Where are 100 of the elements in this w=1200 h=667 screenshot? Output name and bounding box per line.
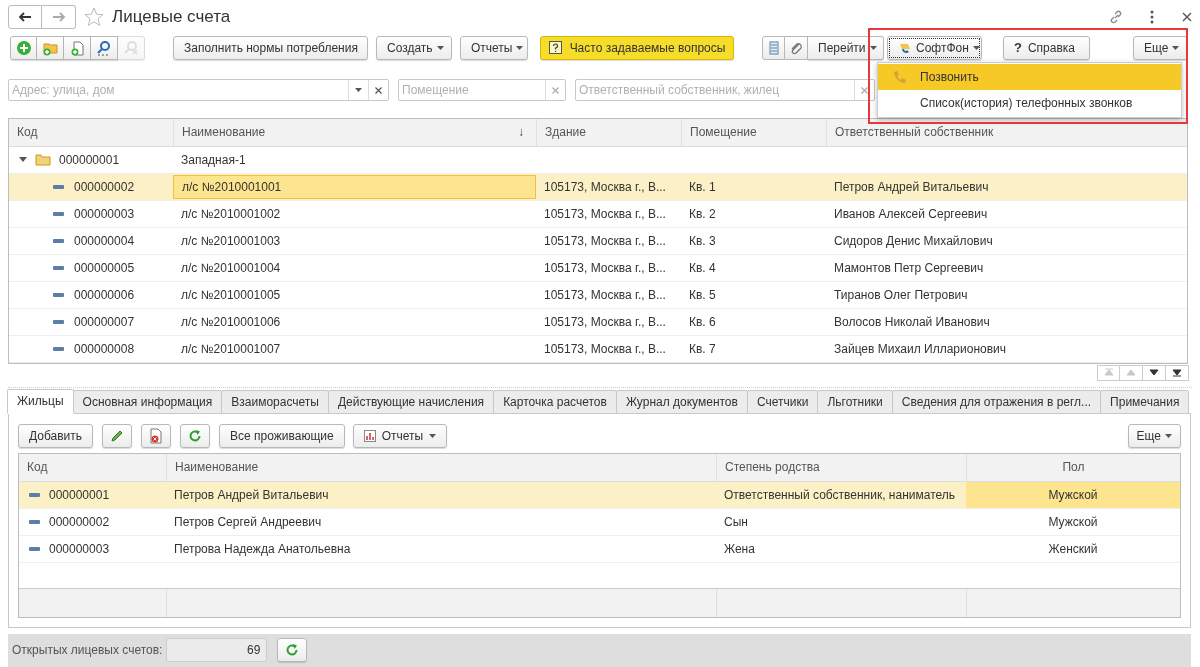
tab[interactable]: Примечания bbox=[1100, 389, 1190, 414]
menu-button[interactable]: Перейти bbox=[808, 35, 884, 60]
refresh-button[interactable] bbox=[277, 638, 308, 663]
filter-input[interactable]: Адрес: улица, дом bbox=[9, 80, 348, 101]
menu-button[interactable]: Еще bbox=[1133, 35, 1188, 60]
delete-button[interactable] bbox=[141, 423, 172, 448]
item-icon bbox=[53, 238, 64, 243]
filter-input[interactable]: Ответственный собственник, жилец bbox=[576, 80, 854, 101]
toolbar-button[interactable]: Все проживающие bbox=[219, 423, 345, 448]
column-header[interactable]: Степень родства bbox=[716, 453, 966, 481]
tab[interactable]: Действующие начисления bbox=[327, 389, 495, 414]
item-icon bbox=[29, 546, 40, 551]
help-button[interactable]: ? Справка bbox=[1003, 35, 1090, 60]
menu-button[interactable]: Отчеты bbox=[460, 35, 528, 60]
column-header[interactable]: Здание bbox=[536, 118, 681, 146]
folder-add-button[interactable] bbox=[37, 35, 64, 60]
document-add-icon bbox=[69, 39, 85, 56]
item-icon bbox=[53, 319, 64, 324]
caret-icon bbox=[1172, 45, 1180, 50]
last-page-button[interactable] bbox=[1166, 364, 1189, 381]
table-cell: л/с №2010001001 bbox=[173, 174, 536, 199]
filter-field[interactable]: Адрес: улица, дом bbox=[8, 79, 389, 102]
table-cell-text: Зайцев Михаил Илларионович bbox=[833, 340, 1007, 358]
table-cell-text: л/с №2010001005 bbox=[180, 286, 282, 304]
add-button[interactable] bbox=[10, 35, 37, 60]
more-menu-button[interactable]: Еще bbox=[1127, 423, 1181, 448]
refresh-button[interactable] bbox=[180, 423, 211, 448]
document-add-button[interactable] bbox=[64, 35, 91, 60]
refresh-icon bbox=[188, 428, 203, 443]
table-cell-text: Мамонтов Петр Сергеевич bbox=[833, 259, 985, 277]
menu-button[interactable]: Создать bbox=[376, 35, 452, 60]
clear-icon bbox=[861, 86, 868, 94]
filter-input[interactable]: Помещение bbox=[399, 80, 545, 101]
tab[interactable]: Журнал документов bbox=[615, 389, 748, 414]
menu-button[interactable]: СофтФон bbox=[887, 35, 982, 60]
table-cell-text: Сын bbox=[723, 513, 749, 531]
filter-field[interactable]: Ответственный собственник, жилец bbox=[575, 79, 875, 102]
expand-arrow-icon[interactable] bbox=[19, 157, 27, 163]
column-header[interactable]: Наименование bbox=[166, 453, 716, 481]
table-row[interactable]: 000000001 Петров Андрей Витальевич Ответственный собственник, наниматель Мужской bbox=[19, 481, 1180, 509]
toolbar-button[interactable]: Добавить bbox=[18, 423, 94, 448]
table-cell-text: Тиранов Олег Петрович bbox=[833, 286, 969, 304]
field-label: Открытых лицевых счетов: bbox=[12, 642, 163, 660]
search-cancel-icon bbox=[123, 39, 139, 56]
table-cell-text: 105173, Москва г., В... bbox=[543, 313, 667, 331]
table-row[interactable]: 000000002 л/с №2010001001 105173, Москва г., В... Кв. 1 Петров Андрей Витальевич bbox=[9, 173, 1187, 201]
item-icon bbox=[53, 211, 64, 216]
sort-arrow-icon: ↓ bbox=[518, 123, 528, 142]
search-button[interactable] bbox=[91, 35, 118, 60]
star-icon[interactable] bbox=[84, 6, 104, 27]
table-cell-text: 000000003 bbox=[49, 540, 110, 558]
table-cell-text: л/с №2010001004 bbox=[180, 259, 282, 277]
close-icon[interactable] bbox=[1182, 11, 1192, 22]
pencil-icon bbox=[110, 428, 125, 443]
tab[interactable]: Сведения для отражения в регл... bbox=[891, 389, 1102, 414]
clear-icon bbox=[375, 86, 382, 94]
column-header[interactable]: Код bbox=[9, 118, 173, 146]
table-cell-text: Петрова Надежда Анатольевна bbox=[173, 540, 352, 558]
fill-norms-button[interactable]: Заполнить нормы потребления bbox=[173, 35, 368, 60]
column-header[interactable]: Наименование ↓ bbox=[173, 118, 536, 146]
table-cell-text: 105173, Москва г., В... bbox=[543, 232, 667, 250]
table-cell-text: 000000007 bbox=[74, 313, 135, 331]
table-cell-text: Иванов Алексей Сергеевич bbox=[833, 205, 989, 223]
down-button[interactable] bbox=[1143, 364, 1166, 381]
table-cell-text: Кв. 5 bbox=[688, 286, 717, 304]
paperclip-button[interactable] bbox=[785, 35, 808, 60]
help-icon bbox=[548, 41, 562, 55]
column-header[interactable]: Код bbox=[19, 453, 166, 481]
triangle-icon bbox=[1126, 368, 1136, 378]
reports-menu-button[interactable]: Отчеты bbox=[352, 423, 448, 448]
window-title: Лицевые счета bbox=[112, 5, 231, 28]
refresh-icon bbox=[285, 643, 300, 658]
table-cell: Мужской bbox=[966, 481, 1180, 508]
filter-field[interactable]: Помещение bbox=[398, 79, 566, 102]
back-button[interactable] bbox=[8, 4, 42, 29]
menu-item[interactable]: Позвонить bbox=[878, 64, 1181, 90]
more-icon[interactable] bbox=[1150, 9, 1154, 24]
triangle-icon bbox=[1149, 368, 1159, 378]
table-cell-text: 000000006 bbox=[74, 286, 135, 304]
tab[interactable]: Взаиморасчеты bbox=[221, 389, 329, 414]
table-cell-text: л/с №2010001006 bbox=[180, 313, 282, 331]
tab[interactable]: Карточка расчетов bbox=[493, 389, 617, 414]
tab[interactable]: Счетчики bbox=[746, 389, 819, 414]
column-header[interactable]: Пол bbox=[966, 453, 1180, 481]
table-cell-text: Кв. 3 bbox=[688, 232, 717, 250]
menu-item[interactable]: Список(история) телефонных звонков bbox=[878, 90, 1181, 116]
tab[interactable]: Основная информация bbox=[72, 389, 223, 414]
caret-icon bbox=[429, 433, 437, 438]
caret-icon bbox=[1165, 433, 1172, 438]
phone-handset-icon bbox=[892, 70, 906, 84]
tab[interactable]: Жильцы bbox=[7, 388, 74, 414]
column-header[interactable]: Помещение bbox=[681, 118, 826, 146]
faq-button[interactable]: Часто задаваемые вопросы bbox=[540, 35, 734, 60]
table-cell-text: л/с №2010001007 bbox=[180, 340, 282, 358]
tab[interactable]: Льготники bbox=[817, 389, 893, 414]
edit-button[interactable] bbox=[102, 423, 133, 448]
link-icon[interactable] bbox=[1108, 8, 1124, 25]
count-field: 69 bbox=[166, 638, 268, 663]
caret-icon bbox=[355, 88, 362, 93]
table-cell-text: Петров Андрей Витальевич bbox=[833, 178, 990, 196]
